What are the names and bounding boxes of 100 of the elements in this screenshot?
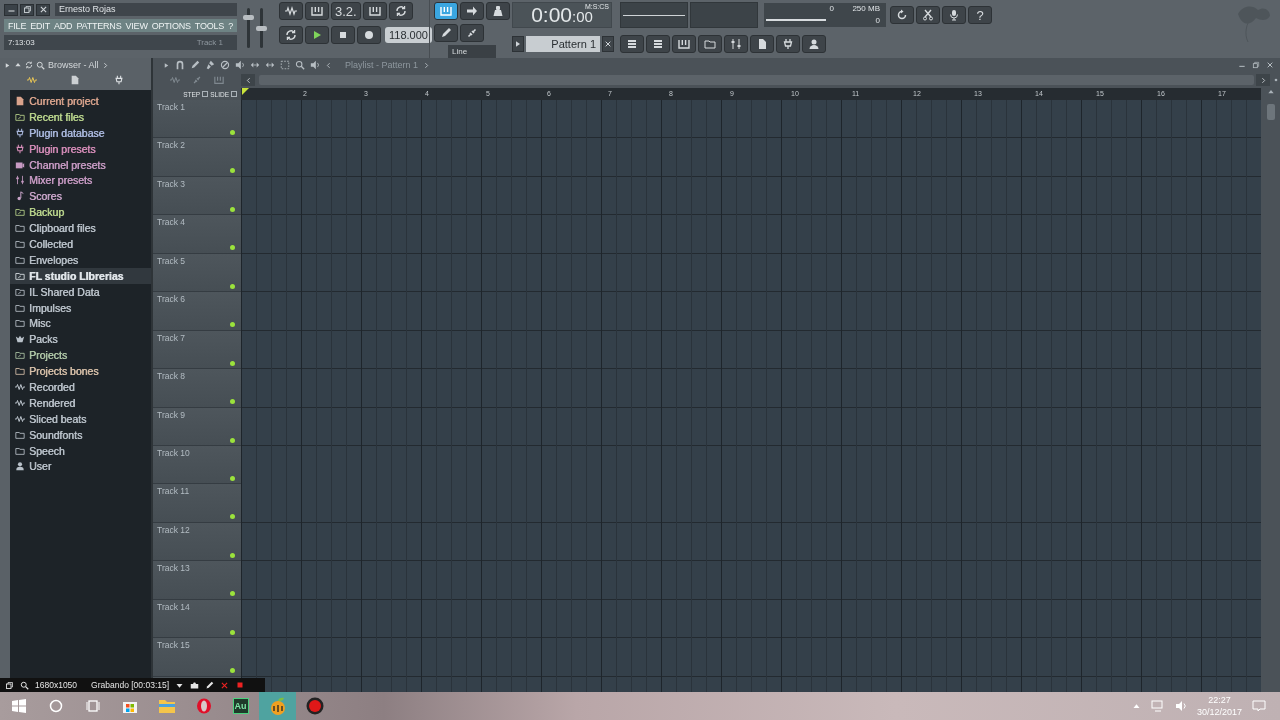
- track-mute-led[interactable]: [230, 130, 235, 135]
- browser-item[interactable]: Scores: [10, 188, 151, 205]
- menu-item[interactable]: PATTERNS: [76, 20, 122, 31]
- track-mute-led[interactable]: [230, 322, 235, 328]
- arrow-button[interactable]: [460, 2, 484, 20]
- person-button[interactable]: [802, 35, 826, 53]
- browser-item[interactable]: Impulses: [10, 299, 151, 316]
- browser-item[interactable]: Soundfonts: [10, 426, 151, 443]
- browser-item[interactable]: Mixer presets: [10, 172, 151, 189]
- add-pattern-button[interactable]: [602, 36, 614, 52]
- menu-item[interactable]: EDIT: [30, 20, 50, 31]
- menu-item[interactable]: VIEW: [125, 20, 148, 31]
- microphone-button[interactable]: [942, 6, 966, 24]
- track-mute-led[interactable]: [230, 514, 235, 520]
- browser-item[interactable]: Speech: [10, 442, 151, 459]
- list-button[interactable]: [646, 35, 670, 53]
- menu-item[interactable]: TOOLS: [194, 20, 225, 31]
- countdown-button[interactable]: [305, 2, 329, 20]
- plug-icon: [15, 143, 25, 154]
- browser-item[interactable]: Projects: [10, 347, 151, 364]
- pencil-button[interactable]: [434, 24, 458, 42]
- keys-icon: [678, 38, 690, 50]
- minimize-button[interactable]: [4, 3, 18, 16]
- track-mute-led[interactable]: [230, 206, 235, 212]
- menu-item[interactable]: ?: [228, 20, 233, 31]
- pattern-menu-button[interactable]: [512, 36, 524, 52]
- knob-button[interactable]: [486, 2, 510, 20]
- undo-icon: [25, 61, 33, 69]
- stop-button[interactable]: [331, 26, 355, 44]
- pattern-selector[interactable]: Pattern 1: [526, 36, 600, 52]
- browser-item[interactable]: Rendered: [10, 394, 151, 411]
- refresh-button[interactable]: [890, 6, 914, 24]
- track-mute-led[interactable]: [230, 437, 235, 443]
- playlist-button[interactable]: [620, 35, 644, 53]
- browser-item[interactable]: Current project: [10, 93, 151, 109]
- browser-item[interactable]: Recent files: [10, 108, 151, 125]
- help-button[interactable]: ?: [968, 6, 992, 24]
- browser-item[interactable]: Backup: [10, 204, 151, 221]
- track-mute-led[interactable]: [230, 399, 235, 405]
- browser-button[interactable]: [698, 35, 722, 53]
- close-button[interactable]: [36, 3, 50, 16]
- taskbar-app[interactable]: [259, 692, 296, 720]
- snap-button[interactable]: 3.2.: [331, 2, 361, 20]
- record-button[interactable]: [357, 26, 381, 44]
- arrow-icon: [466, 5, 478, 17]
- track-mute-led[interactable]: [230, 360, 235, 366]
- track-mute-led[interactable]: [230, 475, 235, 481]
- browser-item[interactable]: Collected: [10, 236, 151, 252]
- wave-icon: [285, 5, 297, 17]
- browser-item[interactable]: Sliced beats: [10, 410, 151, 427]
- mixer-button[interactable]: [724, 35, 748, 53]
- browser-item[interactable]: Plugin database: [10, 124, 151, 141]
- browser-item[interactable]: User: [10, 458, 151, 475]
- slider-thumb[interactable]: [256, 26, 267, 31]
- clock-date: 30/12/2017: [1196, 706, 1242, 718]
- browser-item[interactable]: Projects bones: [10, 363, 151, 380]
- track-mute-led[interactable]: [230, 168, 235, 174]
- scroll-right-button[interactable]: [1256, 74, 1270, 86]
- snap-dropdown[interactable]: Line: [448, 45, 496, 59]
- typing-keyboard-button[interactable]: [434, 2, 458, 20]
- track-mute-led[interactable]: [230, 552, 235, 558]
- menu-item[interactable]: FILE: [8, 20, 27, 31]
- browser-item[interactable]: Packs: [10, 331, 151, 348]
- restore-button[interactable]: [20, 3, 34, 16]
- link-button[interactable]: [460, 24, 484, 42]
- track-mute-led[interactable]: [230, 668, 235, 674]
- slide-checkbox[interactable]: [231, 91, 237, 97]
- mute-icon: [235, 60, 245, 70]
- browser-item[interactable]: IL Shared Data: [10, 283, 151, 300]
- play-button[interactable]: [305, 26, 329, 44]
- track-mute-led[interactable]: [230, 245, 235, 251]
- metronome-button[interactable]: [279, 2, 303, 20]
- song-mode-button[interactable]: [279, 26, 303, 44]
- browser-item[interactable]: Clipboard files: [10, 220, 151, 236]
- slider-thumb[interactable]: [243, 15, 254, 21]
- browser-item[interactable]: Recorded: [10, 379, 151, 395]
- brush-icon: [205, 60, 215, 70]
- step-button[interactable]: [362, 2, 387, 20]
- loop-record-button[interactable]: [388, 2, 413, 20]
- browser-item[interactable]: Envelopes: [10, 251, 151, 268]
- browser-item[interactable]: Misc: [10, 315, 151, 332]
- taskbar-app[interactable]: Au: [222, 692, 259, 720]
- step-checkbox[interactable]: [202, 91, 209, 97]
- track-mute-led[interactable]: [230, 591, 235, 597]
- scissors-icon: [922, 9, 934, 21]
- scrollbar-thumb[interactable]: [1266, 104, 1275, 120]
- tempo-field[interactable]: 118.000: [385, 27, 432, 43]
- plugin-button[interactable]: [776, 35, 800, 53]
- scissors-button[interactable]: [916, 6, 940, 24]
- track-mute-led[interactable]: [230, 629, 235, 635]
- piano-roll-button[interactable]: [672, 35, 696, 53]
- opera-icon: [195, 698, 212, 714]
- browser-item[interactable]: Channel presets: [10, 156, 151, 173]
- close-icon: [1266, 61, 1274, 69]
- browser-item[interactable]: FL studio LIbrerias: [10, 267, 151, 284]
- document-button[interactable]: [750, 35, 774, 53]
- menu-item[interactable]: OPTIONS: [151, 20, 191, 31]
- track-mute-led[interactable]: [230, 283, 235, 289]
- browser-item[interactable]: Plugin presets: [10, 140, 151, 157]
- menu-item[interactable]: ADD: [53, 20, 73, 31]
